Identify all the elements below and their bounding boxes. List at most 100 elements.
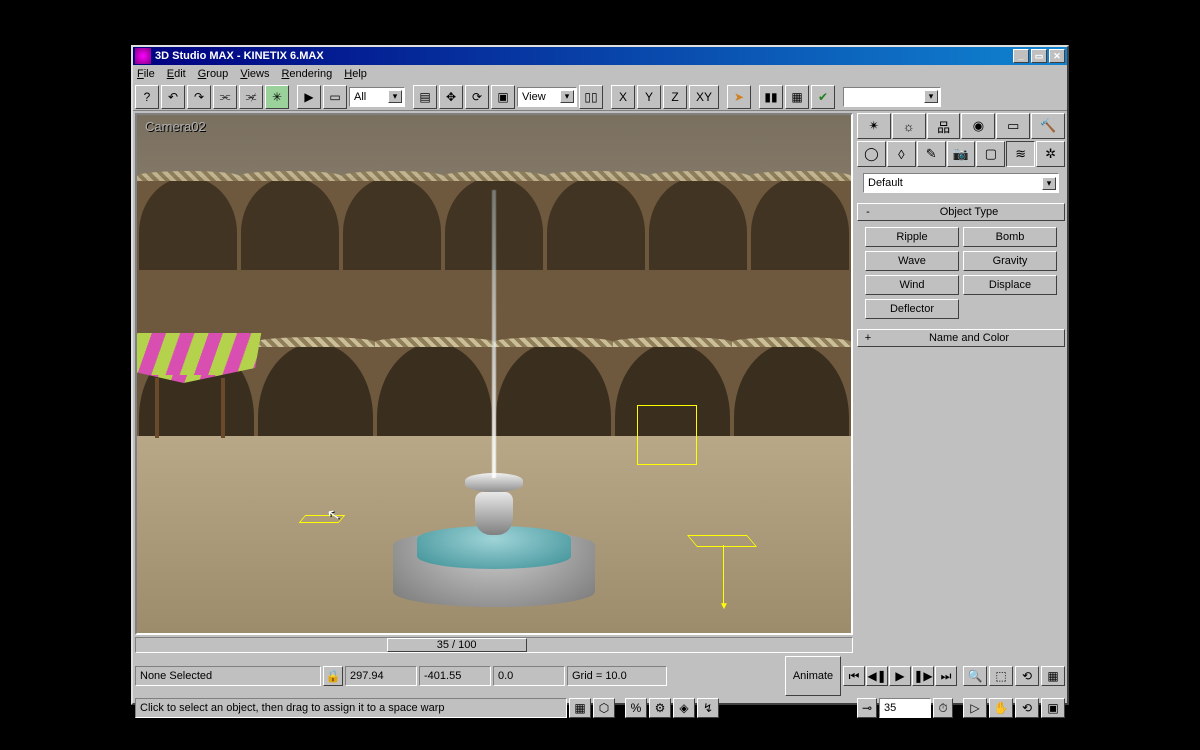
play-button[interactable]: ▶	[889, 666, 911, 686]
menu-edit[interactable]: Edit	[167, 68, 186, 80]
coord-x: 297.94	[345, 666, 417, 686]
rotate-button[interactable]: ⟳	[465, 85, 489, 109]
time-slider[interactable]: 35 / 100	[135, 637, 853, 653]
menu-help[interactable]: Help	[344, 68, 367, 80]
tab-spacewarps[interactable]: ≋	[1006, 141, 1035, 167]
ik-button[interactable]: ➤	[727, 85, 751, 109]
tab-systems[interactable]: ✲	[1036, 141, 1065, 167]
unlink-button[interactable]: ⫘̷	[239, 85, 263, 109]
tab-helpers[interactable]: ▢	[976, 141, 1005, 167]
create-category-tabs: ◯ ◊ ✎ 📷 ▢ ≋ ✲	[857, 141, 1065, 167]
create-ripple-button[interactable]: Ripple	[865, 227, 959, 247]
selection-status: None Selected	[135, 666, 321, 686]
current-frame-field[interactable]: 35	[879, 698, 931, 718]
goto-start-button[interactable]: ⏮	[843, 666, 865, 686]
viewport-label: Camera02	[145, 119, 206, 134]
selection-filter-combo[interactable]: All	[349, 87, 405, 107]
tab-modify[interactable]: ☼	[892, 113, 926, 139]
tab-utilities[interactable]: 🔨	[1031, 113, 1065, 139]
create-bomb-button[interactable]: Bomb	[963, 227, 1057, 247]
viewport[interactable]: Camera02	[135, 113, 853, 635]
menu-rendering[interactable]: Rendering	[281, 68, 332, 80]
tab-hierarchy[interactable]: 品	[927, 113, 961, 139]
app-icon	[135, 48, 151, 64]
time-config-button[interactable]: ⏱	[933, 698, 953, 718]
named-selection-combo[interactable]	[843, 87, 941, 107]
lock-selection-button[interactable]: 🔒	[323, 666, 343, 686]
status-bar: None Selected 🔒 297.94 -401.55 0.0 Grid …	[133, 655, 1067, 703]
gizmo-icon[interactable]	[637, 405, 697, 465]
move-button[interactable]: ✥	[439, 85, 463, 109]
percent-snap-button[interactable]: %	[625, 698, 647, 718]
gizmo-icon[interactable]	[687, 535, 757, 547]
restrict-x-button[interactable]: X	[611, 85, 635, 109]
tab-motion[interactable]: ◉	[961, 113, 995, 139]
pivot-button[interactable]: ▯▯	[579, 85, 603, 109]
tab-shapes[interactable]: ◊	[887, 141, 916, 167]
undo-button[interactable]: ↶	[161, 85, 185, 109]
tab-display[interactable]: ▭	[996, 113, 1030, 139]
animate-button[interactable]: Animate	[785, 656, 841, 696]
nav-minmax-button[interactable]: ▣	[1041, 698, 1065, 718]
create-gravity-button[interactable]: Gravity	[963, 251, 1057, 271]
snap-toggle-button[interactable]: ▦	[569, 698, 591, 718]
prev-frame-button[interactable]: ◀❚	[866, 666, 888, 686]
minimize-button[interactable]: _	[1013, 49, 1029, 63]
create-deflector-button[interactable]: Deflector	[865, 299, 959, 319]
nav-zoom-button[interactable]: 🔍	[963, 666, 987, 686]
restrict-xy-button[interactable]: XY	[689, 85, 719, 109]
window-title: 3D Studio MAX - KINETIX 6.MAX	[155, 50, 1011, 62]
select-button[interactable]: ▶	[297, 85, 321, 109]
scale-button[interactable]: ▣	[491, 85, 515, 109]
next-frame-button[interactable]: ❚▶	[912, 666, 934, 686]
tab-create[interactable]: ✴	[857, 113, 891, 139]
nav-truck-button[interactable]: ▷	[963, 698, 987, 718]
menu-views[interactable]: Views	[240, 68, 269, 80]
create-wave-button[interactable]: Wave	[865, 251, 959, 271]
time-slider-thumb[interactable]: 35 / 100	[387, 638, 527, 652]
align-button[interactable]: ✔	[811, 85, 835, 109]
link-button[interactable]: ⫘	[213, 85, 237, 109]
array-button[interactable]: ▦	[785, 85, 809, 109]
goto-end-button[interactable]: ⏭	[935, 666, 957, 686]
category-combo[interactable]: Default	[863, 173, 1059, 193]
coord-z: 0.0	[493, 666, 565, 686]
close-button[interactable]: ✕	[1049, 49, 1065, 63]
restrict-z-button[interactable]: Z	[663, 85, 687, 109]
bind-warp-button[interactable]: ✳	[265, 85, 289, 109]
gizmo-arrow-icon	[723, 545, 724, 605]
menu-file[interactable]: File	[137, 68, 155, 80]
angle-snap-button[interactable]: ⬡	[593, 698, 615, 718]
menu-group[interactable]: Group	[198, 68, 229, 80]
spinner-snap-button[interactable]: ⚙	[649, 698, 671, 718]
redo-button[interactable]: ↷	[187, 85, 211, 109]
nav-pan-button[interactable]: ✋	[989, 698, 1013, 718]
snap-3d-button[interactable]: ◈	[673, 698, 695, 718]
nav-orbit-button[interactable]: ⟲	[1015, 698, 1039, 718]
key-mode-button[interactable]: ⊸	[857, 698, 877, 718]
prompt-line: Click to select an object, then drag to …	[135, 698, 567, 718]
scene-fountain	[374, 367, 614, 607]
create-wind-button[interactable]: Wind	[865, 275, 959, 295]
application-window: 3D Studio MAX - KINETIX 6.MAX _ ▭ ✕ File…	[131, 45, 1069, 705]
coord-system-combo[interactable]: View	[517, 87, 577, 107]
tab-lights[interactable]: ✎	[917, 141, 946, 167]
select-by-name-button[interactable]: ▤	[413, 85, 437, 109]
titlebar[interactable]: 3D Studio MAX - KINETIX 6.MAX _ ▭ ✕	[133, 47, 1067, 65]
restrict-y-button[interactable]: Y	[637, 85, 661, 109]
grid-status: Grid = 10.0	[567, 666, 667, 686]
mirror-button[interactable]: ▮▮	[759, 85, 783, 109]
main-toolbar: ? ↶ ↷ ⫘ ⫘̷ ✳ ▶ ▭ All ▤ ✥ ⟳ ▣ View ▯▯ X Y…	[133, 83, 1067, 111]
create-displace-button[interactable]: Displace	[963, 275, 1057, 295]
maximize-button[interactable]: ▭	[1031, 49, 1047, 63]
nav-zoom-all-button[interactable]: ⬚	[989, 666, 1013, 686]
tab-geometry[interactable]: ◯	[857, 141, 886, 167]
rollout-name-color[interactable]: + Name and Color	[857, 329, 1065, 347]
select-region-button[interactable]: ▭	[323, 85, 347, 109]
rollout-object-type[interactable]: - Object Type	[857, 203, 1065, 221]
snap-settings-button[interactable]: ↯	[697, 698, 719, 718]
tab-cameras[interactable]: 📷	[947, 141, 976, 167]
nav-fov-button[interactable]: ⟲	[1015, 666, 1039, 686]
help-mode-button[interactable]: ?	[135, 85, 159, 109]
nav-region-button[interactable]: ▦	[1041, 666, 1065, 686]
